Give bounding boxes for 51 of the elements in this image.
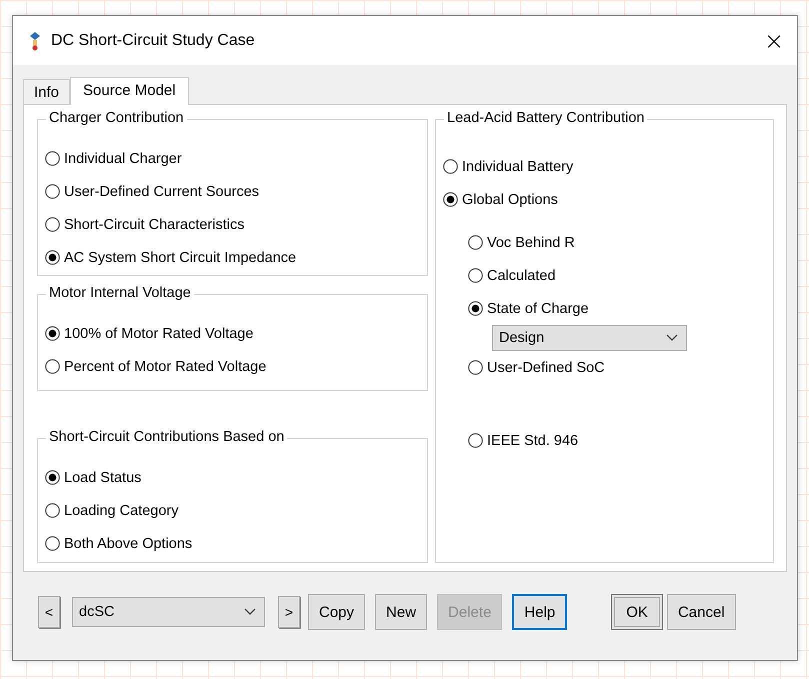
radio-button[interactable]: [443, 192, 458, 207]
radio-button[interactable]: [45, 217, 60, 232]
radio-button[interactable]: [468, 433, 483, 448]
radio-label[interactable]: Short-Circuit Characteristics: [64, 216, 244, 232]
radio-label[interactable]: IEEE Std. 946: [487, 432, 578, 448]
group-title: Charger Contribution: [46, 110, 187, 126]
radio-button[interactable]: [468, 268, 483, 283]
radio-button[interactable]: [468, 235, 483, 250]
previous-button[interactable]: <: [38, 596, 60, 628]
action-button[interactable]: New: [375, 594, 428, 630]
radio-label[interactable]: Global Options: [462, 192, 558, 208]
radio-button[interactable]: [45, 359, 60, 374]
radio-label[interactable]: User-Defined SoC: [487, 360, 605, 376]
radio-button[interactable]: [45, 250, 60, 265]
radio-button[interactable]: [45, 470, 60, 485]
radio-label[interactable]: Load Status: [64, 470, 142, 486]
radio-button[interactable]: [45, 536, 60, 551]
radio-button[interactable]: [45, 326, 60, 341]
action-button[interactable]: Copy: [308, 594, 366, 630]
dropdown[interactable]: Design: [492, 325, 687, 351]
radio-button[interactable]: [443, 159, 458, 174]
tab[interactable]: Source Model: [70, 77, 189, 105]
action-button[interactable]: Help: [512, 594, 568, 630]
chevron-down-icon: [666, 334, 678, 342]
case-dropdown[interactable]: dcSC: [72, 597, 265, 627]
radio-label[interactable]: 100% of Motor Rated Voltage: [64, 326, 254, 342]
group-title: Lead-Acid Battery Contribution: [444, 110, 648, 126]
radio-label[interactable]: Loading Category: [64, 502, 178, 518]
radio-label[interactable]: Percent of Motor Rated Voltage: [64, 358, 266, 374]
window-title: DC Short-Circuit Study Case: [51, 32, 256, 50]
radio-label[interactable]: State of Charge: [487, 300, 589, 316]
chevron-down-icon: [244, 608, 256, 616]
radio-label[interactable]: Calculated: [487, 268, 556, 284]
group-title: Motor Internal Voltage: [46, 285, 194, 301]
app-icon: [29, 30, 41, 50]
radio-label[interactable]: Individual Charger: [64, 150, 182, 166]
radio-button[interactable]: [468, 360, 483, 375]
radio-label[interactable]: AC System Short Circuit Impedance: [64, 250, 296, 266]
next-button[interactable]: >: [278, 596, 300, 628]
radio-label[interactable]: User-Defined Current Sources: [64, 184, 260, 200]
radio-button[interactable]: [45, 151, 60, 166]
close-button[interactable]: ×: [751, 18, 797, 64]
radio-label[interactable]: Individual Battery: [462, 158, 574, 174]
radio-button[interactable]: [45, 503, 60, 518]
radio-label[interactable]: Both Above Options: [64, 536, 192, 552]
dialog-button[interactable]: Cancel: [666, 594, 736, 630]
tab[interactable]: Info: [23, 79, 70, 104]
radio-label[interactable]: Voc Behind R: [487, 234, 575, 250]
dialog-button[interactable]: OK: [611, 594, 663, 630]
radio-button[interactable]: [468, 301, 483, 316]
radio-button[interactable]: [45, 184, 60, 199]
